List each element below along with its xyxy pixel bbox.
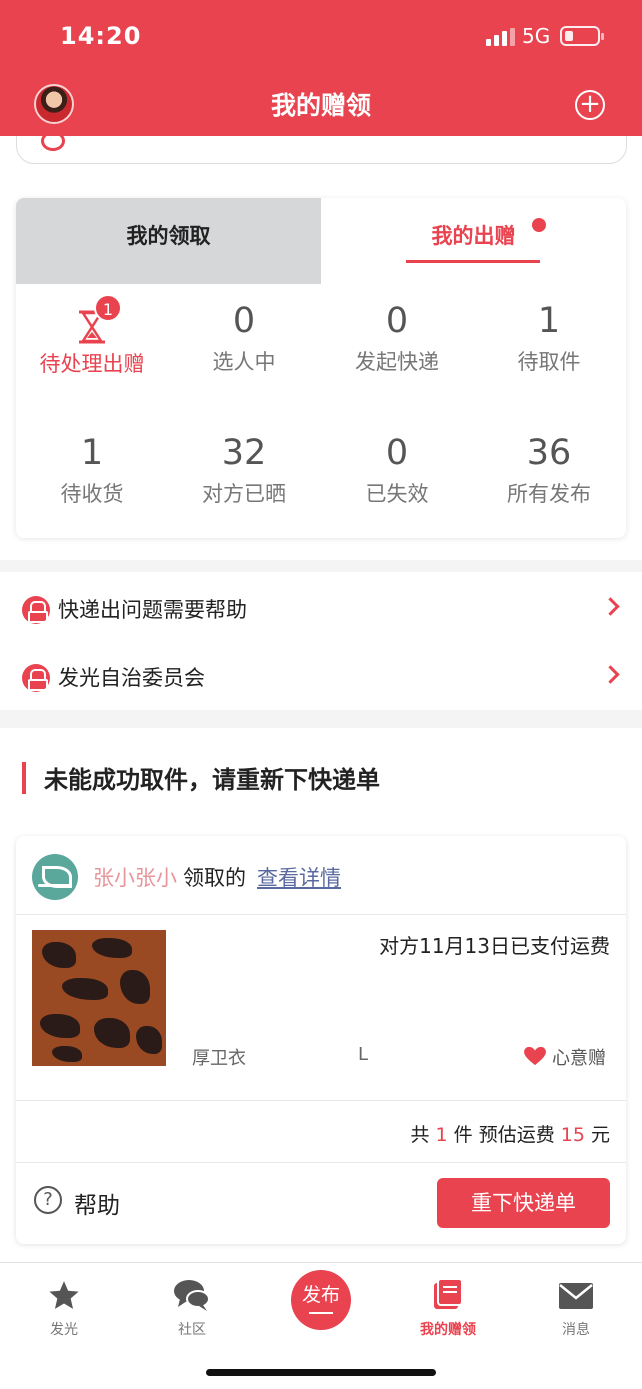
battery-icon <box>560 26 604 46</box>
stat-value: 1 <box>80 433 104 473</box>
chevron-right-icon <box>601 597 620 616</box>
order-summary: 共 1 件 预估运费 15 元 <box>410 1120 610 1147</box>
network-type: 5G <box>522 24 551 48</box>
help-link-committee[interactable]: 发光自治委员会 <box>0 648 642 712</box>
divider <box>16 1100 626 1101</box>
mail-icon <box>512 1277 640 1315</box>
active-tab-indicator <box>406 260 540 263</box>
help-link-express-issue[interactable]: 快递出问题需要帮助 <box>0 580 642 644</box>
tab-my-give[interactable]: 我的出赠 <box>321 198 626 284</box>
service-icon <box>22 664 50 692</box>
stat-pending-give[interactable]: 待处理出赠 <box>16 302 168 378</box>
stat-label: 所有发布 <box>507 482 591 506</box>
add-icon[interactable]: + <box>575 90 605 120</box>
order-card: 张小张小 领取的 查看详情 对方11月13日已支付运费 厚卫衣 L 心意赠 共 … <box>16 836 626 1244</box>
tab-label: 发光 <box>50 1322 78 1338</box>
signal-icon <box>486 28 518 46</box>
gift-tag: 心意赠 <box>552 1048 606 1069</box>
stat-expired[interactable]: 0 已失效 <box>321 430 473 508</box>
chevron-right-icon <box>601 665 620 684</box>
stat-label: 发起快递 <box>355 350 439 374</box>
notice-title: 未能成功取件，请重新下快递单 <box>44 766 380 794</box>
help-link-label: 快递出问题需要帮助 <box>58 598 247 622</box>
stat-shared[interactable]: 32 对方已晒 <box>168 430 320 508</box>
item-size: L <box>358 1044 369 1065</box>
stat-selecting[interactable]: 0 选人中 <box>168 298 320 376</box>
stat-awaiting-receipt[interactable]: 1 待收货 <box>16 430 168 508</box>
tab-my-receive[interactable]: 我的领取 <box>16 198 321 284</box>
stat-awaiting-pickup[interactable]: 1 待取件 <box>473 298 625 376</box>
stat-value: 1 <box>537 301 561 341</box>
receiver-name[interactable]: 张小张小 <box>93 862 177 892</box>
service-icon <box>22 596 50 624</box>
stat-label: 已失效 <box>365 482 429 506</box>
item-name: 厚卫衣 <box>192 1048 246 1069</box>
reorder-express-button[interactable]: 重下快递单 <box>437 1178 610 1228</box>
stat-value: 0 <box>385 301 409 341</box>
publish-button[interactable]: 发布 <box>291 1270 351 1330</box>
stat-send-express[interactable]: 0 发起快递 <box>321 298 473 376</box>
stat-label: 待取件 <box>517 350 581 374</box>
item-photo[interactable] <box>32 930 166 1066</box>
view-details-link[interactable]: 查看详情 <box>257 862 341 892</box>
summary-suffix: 元 <box>590 1124 610 1146</box>
status-time: 14:20 <box>60 22 142 50</box>
order-action-text: 领取的 <box>183 866 246 890</box>
stat-value: 0 <box>232 301 256 341</box>
section-accent-bar <box>22 762 26 794</box>
stat-value: 36 <box>526 433 572 473</box>
tab-label: 消息 <box>562 1322 590 1338</box>
help-question-icon[interactable]: ? <box>34 1186 62 1214</box>
stat-label: 待收货 <box>60 482 124 506</box>
stat-label: 对方已晒 <box>202 482 286 506</box>
help-links: 快递出问题需要帮助 发光自治委员会 <box>0 572 642 710</box>
home-indicator[interactable] <box>206 1369 436 1376</box>
help-link-label: 发光自治委员会 <box>58 666 205 690</box>
summary-prefix: 共 <box>410 1124 430 1146</box>
book-icon <box>384 1277 512 1315</box>
summary-mid: 件 预估运费 <box>453 1124 555 1146</box>
star-icon <box>0 1277 128 1315</box>
help-label[interactable]: 帮助 <box>74 1186 120 1220</box>
stat-all-posts[interactable]: 36 所有发布 <box>473 430 625 508</box>
tab-label: 社区 <box>178 1322 206 1338</box>
stat-value: 0 <box>385 433 409 473</box>
tab-community[interactable]: 社区 <box>128 1277 256 1339</box>
divider <box>16 1162 626 1163</box>
give-stats-card: 我的领取 我的出赠 待处理出赠 0 选人中 0 发起快递 1 待取件 1 待收货… <box>16 198 626 538</box>
user-avatar[interactable] <box>32 854 78 900</box>
freight-paid-note: 对方11月13日已支付运费 <box>379 934 610 958</box>
divider <box>16 914 626 915</box>
tab-my-gifts[interactable]: 我的赠领 <box>384 1277 512 1339</box>
chat-bubbles-icon <box>128 1277 256 1315</box>
heart-icon <box>524 1046 546 1066</box>
stat-value: 32 <box>221 433 267 473</box>
item-count: 1 <box>435 1124 448 1146</box>
app-header: 14:20 5G 我的赠领 + <box>0 0 642 136</box>
tab-messages[interactable]: 消息 <box>512 1277 640 1339</box>
page-title: 我的赠领 <box>270 91 371 120</box>
notification-dot <box>532 218 546 232</box>
stat-label: 选人中 <box>212 350 276 374</box>
tab-shine[interactable]: 发光 <box>0 1277 128 1339</box>
pending-count-badge: 1 <box>94 294 122 322</box>
shipping-fee: 15 <box>560 1124 585 1146</box>
tab-label: 我的赠领 <box>420 1322 476 1338</box>
stat-label: 待处理出赠 <box>39 352 145 376</box>
